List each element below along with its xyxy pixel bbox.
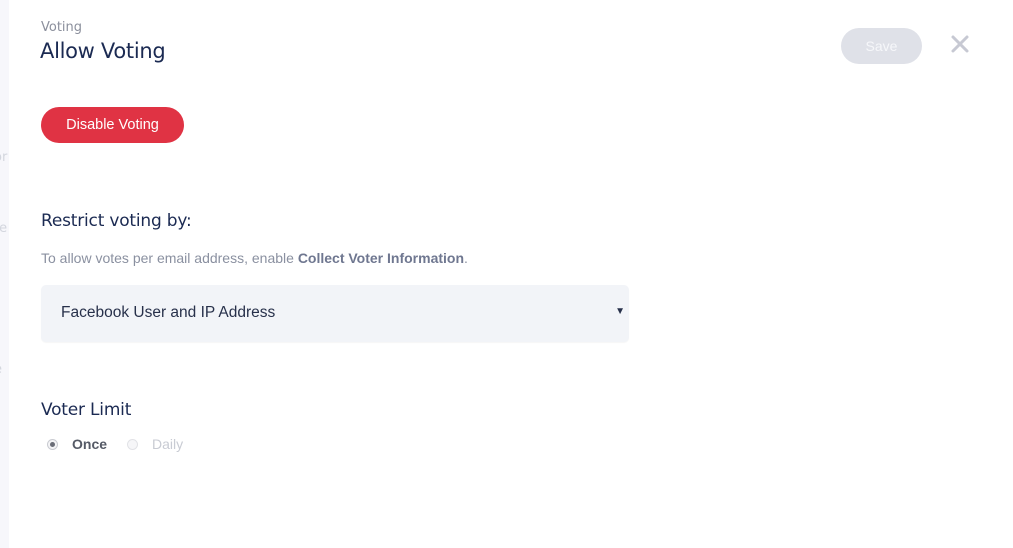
- background-text-fragment: te: [0, 221, 8, 236]
- caret-down-icon: ▼: [615, 306, 625, 317]
- background-text-fragment: or: [0, 150, 8, 165]
- page-title: Allow Voting: [40, 39, 166, 63]
- voting-settings-panel: Voting Allow Voting Save Disable Voting …: [9, 0, 1013, 548]
- background-page-edge: or te e: [0, 0, 9, 548]
- restrict-voting-heading: Restrict voting by:: [41, 211, 192, 231]
- hint-suffix: .: [464, 250, 468, 266]
- collect-voter-info-link: Collect Voter Information: [297, 250, 465, 266]
- voter-limit-heading: Voter Limit: [41, 400, 132, 420]
- disable-voting-button[interactable]: Disable Voting: [41, 107, 184, 143]
- background-text-fragment: e: [0, 362, 2, 377]
- radio-daily[interactable]: [127, 438, 139, 450]
- hint-text: To allow votes per email address, enable: [41, 250, 298, 266]
- section-eyebrow: Voting: [41, 20, 83, 35]
- select-value: Facebook User and IP Address: [61, 304, 276, 321]
- close-icon[interactable]: [949, 33, 971, 55]
- restrict-hint: To allow votes per email address, enable…: [41, 250, 468, 266]
- save-button[interactable]: Save: [841, 28, 922, 64]
- restrict-voting-select[interactable]: Facebook User and IP Address ▼: [41, 285, 629, 342]
- radio-once-label[interactable]: Once: [72, 436, 107, 452]
- voter-limit-radio-group: Once Daily: [47, 436, 203, 452]
- radio-once[interactable]: [47, 438, 58, 450]
- radio-daily-label[interactable]: Daily: [152, 436, 183, 452]
